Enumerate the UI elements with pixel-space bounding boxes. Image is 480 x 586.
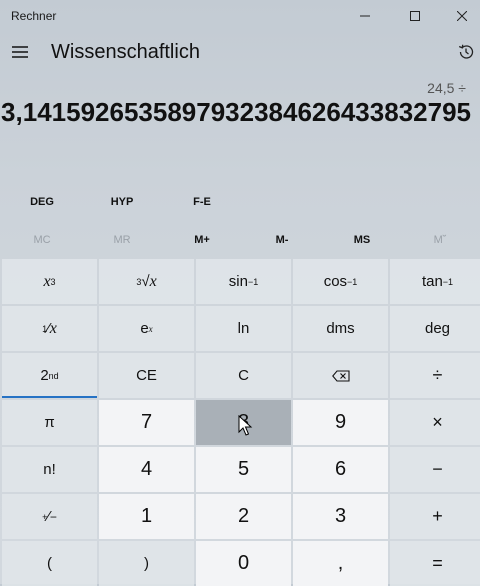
memory-subtract-button[interactable]: M- [242, 228, 322, 252]
equals-key[interactable]: = [390, 541, 480, 586]
memory-store-button[interactable]: MS [322, 228, 402, 252]
history-icon [458, 44, 474, 59]
clear-entry-key[interactable]: CE [99, 353, 194, 398]
arccos-key[interactable]: cos −1 [293, 259, 388, 304]
digit-9-key[interactable]: 9 [293, 400, 388, 445]
pi-key[interactable]: π [2, 400, 97, 445]
close-paren-key[interactable]: ) [99, 541, 194, 586]
menu-button[interactable] [6, 38, 34, 66]
maximize-button[interactable] [392, 0, 438, 32]
factorial-key[interactable]: n! [2, 447, 97, 492]
app-title: Rechner [11, 9, 57, 23]
digit-2-key[interactable]: 2 [196, 494, 291, 539]
fe-button[interactable]: F-E [182, 190, 222, 214]
digit-1-key[interactable]: 1 [99, 494, 194, 539]
digit-3-key[interactable]: 3 [293, 494, 388, 539]
memory-row: MC MR M+ M- MS M˘ [0, 228, 480, 252]
digit-0-key[interactable]: 0 [196, 541, 291, 586]
reciprocal-key[interactable]: 1 ⁄ x [2, 306, 97, 351]
digit-5-key[interactable]: 5 [196, 447, 291, 492]
backspace-key[interactable] [293, 353, 388, 398]
digit-4-key[interactable]: 4 [99, 447, 194, 492]
arcsin-key[interactable]: sin −1 [196, 259, 291, 304]
divide-key[interactable]: ÷ [390, 353, 480, 398]
hyp-button[interactable]: HYP [102, 190, 142, 214]
subtract-key[interactable]: − [390, 447, 480, 492]
add-key[interactable]: + [390, 494, 480, 539]
expression-display: 24,5 ÷ [427, 80, 466, 96]
ln-key[interactable]: ln [196, 306, 291, 351]
header: Wissenschaftlich [0, 32, 480, 76]
memory-add-button[interactable]: M+ [162, 228, 242, 252]
arctan-key[interactable]: tan −1 [390, 259, 480, 304]
history-button[interactable] [452, 38, 480, 66]
hamburger-icon [12, 46, 28, 58]
digit-6-key[interactable]: 6 [293, 447, 388, 492]
decimal-separator-key[interactable]: , [293, 541, 388, 586]
maximize-icon [410, 11, 420, 21]
memory-list-button[interactable]: M˘ [400, 228, 480, 252]
close-icon [457, 11, 467, 21]
memory-recall-button[interactable]: MR [82, 228, 162, 252]
title-bar: Rechner [0, 0, 480, 32]
mouse-pointer-icon [238, 415, 253, 436]
angle-unit-button[interactable]: DEG [22, 190, 62, 214]
result-display: 3,1415926535897932384626433832795 [1, 97, 471, 127]
open-paren-key[interactable]: ( [2, 541, 97, 586]
cube-key[interactable]: x3 [2, 259, 97, 304]
negate-key[interactable]: + ⁄ − [2, 494, 97, 539]
cube-root-key[interactable]: 3 √ x [99, 259, 194, 304]
backspace-icon [331, 369, 350, 382]
dms-key[interactable]: dms [293, 306, 388, 351]
minimize-icon [360, 15, 370, 17]
digit-7-key[interactable]: 7 [99, 400, 194, 445]
deg-key[interactable]: deg [390, 306, 480, 351]
mode-toggles: DEG HYP F-E [0, 190, 480, 214]
close-button[interactable] [439, 0, 480, 32]
exp-key[interactable]: ex [99, 306, 194, 351]
multiply-key[interactable]: × [390, 400, 480, 445]
mode-title: Wissenschaftlich [51, 41, 200, 63]
minimize-button[interactable] [342, 0, 388, 32]
second-function-key[interactable]: 2nd [2, 353, 97, 398]
clear-key[interactable]: C [196, 353, 291, 398]
memory-clear-button[interactable]: MC [2, 228, 82, 252]
